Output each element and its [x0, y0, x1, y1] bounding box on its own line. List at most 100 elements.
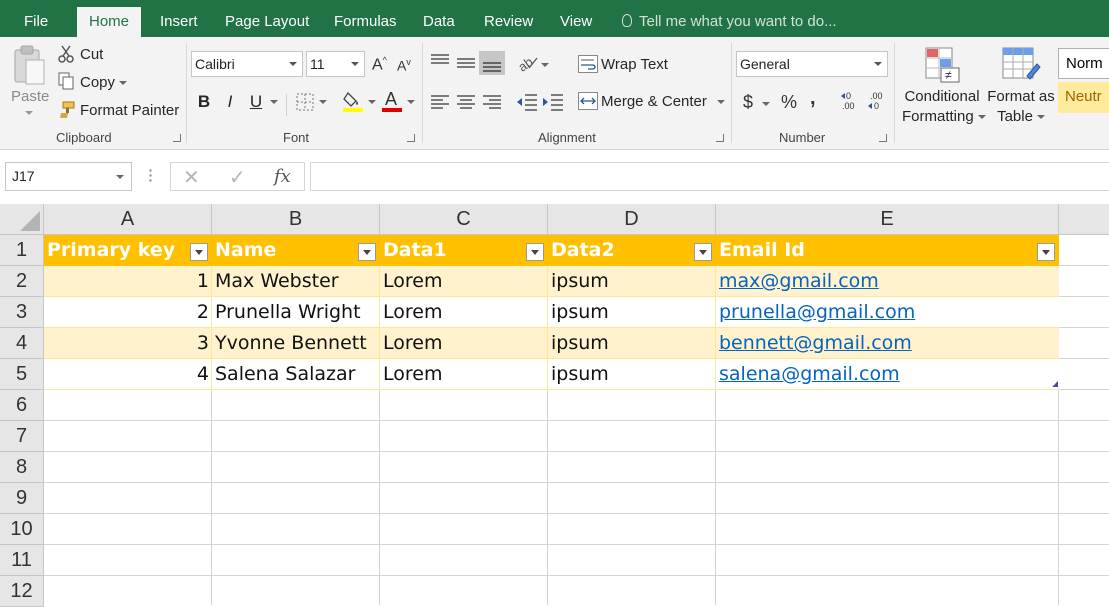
row-header[interactable]: 12	[0, 576, 44, 607]
alignment-launcher-icon[interactable]	[716, 134, 724, 142]
formula-buttons: ✕ ✓ fx	[170, 162, 305, 191]
align-top-icon[interactable]	[430, 53, 450, 69]
paste-button[interactable]: Paste	[11, 88, 49, 105]
tab-view[interactable]: View	[560, 0, 592, 37]
tab-review[interactable]: Review	[484, 0, 533, 37]
format-painter-button[interactable]: Format Painter	[80, 102, 179, 119]
column-header-c[interactable]: C	[380, 204, 548, 235]
font-size-dropdown[interactable]: 11	[306, 51, 365, 77]
align-middle-icon[interactable]	[456, 55, 476, 71]
decrease-indent-icon[interactable]	[516, 93, 538, 111]
italic-button[interactable]: I	[219, 92, 241, 112]
underline-button[interactable]: U	[245, 92, 267, 112]
style-neutral[interactable]: Neutr	[1058, 82, 1109, 113]
number-format-dropdown[interactable]: General	[736, 51, 888, 77]
font-color-dropdown-arrow-icon[interactable]	[407, 100, 415, 104]
style-normal[interactable]: Norm	[1058, 48, 1109, 79]
align-bottom-icon[interactable]	[479, 51, 505, 75]
select-all-button[interactable]	[0, 204, 44, 235]
scissors-icon	[58, 45, 74, 63]
row-header[interactable]: 8	[0, 452, 44, 483]
drag-handle-icon[interactable]	[149, 168, 152, 184]
font-name-dropdown[interactable]: Calibri	[191, 51, 303, 77]
row-header[interactable]: 1	[0, 235, 44, 266]
formula-input[interactable]	[310, 162, 1109, 191]
font-name-value: Calibri	[195, 56, 235, 72]
table-resize-handle[interactable]	[1052, 381, 1058, 387]
increase-font-size-icon[interactable]: A^	[372, 55, 387, 74]
number-group-label: Number	[779, 130, 826, 145]
chevron-down-icon	[716, 100, 725, 104]
column-header-d[interactable]: D	[548, 204, 716, 235]
font-launcher-icon[interactable]	[407, 134, 415, 142]
cut-button[interactable]: Cut	[80, 46, 103, 63]
row-header[interactable]: 2	[0, 266, 44, 297]
clipboard-group-label: Clipboard	[56, 130, 112, 145]
merge-center-button[interactable]: Merge & Center	[601, 93, 725, 110]
percent-button[interactable]: %	[781, 92, 797, 113]
number-launcher-icon[interactable]	[879, 134, 887, 142]
orientation-icon[interactable]: ab	[515, 54, 539, 75]
group-divider	[422, 43, 423, 143]
enter-icon[interactable]: ✓	[229, 165, 246, 190]
column-header-f[interactable]	[1059, 204, 1109, 235]
svg-text:.00: .00	[842, 101, 855, 111]
insert-function-icon[interactable]: fx	[274, 166, 291, 187]
tell-me-search[interactable]: Tell me what you want to do...	[622, 0, 837, 37]
row-header[interactable]: 6	[0, 390, 44, 421]
borders-dropdown-arrow-icon[interactable]	[319, 100, 327, 104]
tab-formulas[interactable]: Formulas	[334, 0, 397, 37]
row-header[interactable]: 7	[0, 421, 44, 452]
paste-icon[interactable]	[12, 44, 46, 88]
cancel-icon[interactable]: ✕	[183, 165, 200, 190]
tab-insert[interactable]: Insert	[160, 0, 198, 37]
ribbon: Paste Cut Copy Format Painter Clipboard …	[0, 37, 1109, 150]
format-as-table-button[interactable]: Format as Table	[985, 87, 1057, 127]
font-color-icon[interactable]: A	[381, 89, 403, 113]
increase-indent-icon[interactable]	[542, 93, 564, 111]
borders-icon[interactable]	[295, 93, 315, 111]
column-header-a[interactable]: A	[44, 204, 212, 235]
bold-button[interactable]: B	[193, 92, 215, 112]
row-header[interactable]: 3	[0, 297, 44, 328]
conditional-formatting-button[interactable]: Conditional Formatting	[902, 87, 986, 127]
comma-style-button[interactable]: ,	[810, 87, 816, 110]
chevron-down-icon	[116, 175, 124, 179]
align-center-icon[interactable]	[456, 94, 476, 110]
row-header[interactable]: 10	[0, 514, 44, 545]
wrap-text-button[interactable]: Wrap Text	[601, 56, 668, 73]
tab-page-layout[interactable]: Page Layout	[225, 0, 309, 37]
column-header-b[interactable]: B	[212, 204, 380, 235]
row-header[interactable]: 9	[0, 483, 44, 514]
fill-color-dropdown-arrow-icon[interactable]	[368, 100, 376, 104]
currency-button[interactable]: $	[743, 92, 771, 113]
row-header[interactable]: 11	[0, 545, 44, 576]
decrease-decimal-icon[interactable]: .00 0	[866, 90, 888, 112]
decrease-font-size-icon[interactable]: Av	[397, 57, 411, 74]
column-header-e[interactable]: E	[716, 204, 1059, 235]
font-group-label: Font	[283, 130, 310, 145]
svg-text:0: 0	[874, 101, 879, 111]
copy-label: Copy	[80, 74, 116, 91]
paste-dropdown-arrow-icon[interactable]	[25, 111, 33, 115]
tab-home[interactable]: Home	[77, 7, 142, 37]
align-left-icon[interactable]	[430, 94, 450, 110]
orientation-dropdown-arrow-icon[interactable]	[541, 63, 549, 67]
row-header[interactable]: 4	[0, 328, 44, 359]
currency-icon: $	[743, 92, 754, 112]
chevron-down-icon	[1036, 115, 1045, 119]
format-as-table-label-2: Table	[997, 108, 1033, 125]
row-header[interactable]: 5	[0, 359, 44, 390]
align-right-icon[interactable]	[482, 94, 502, 110]
conditional-formatting-label-2: Formatting	[902, 108, 974, 125]
clipboard-launcher-icon[interactable]	[173, 134, 181, 142]
underline-dropdown-arrow-icon[interactable]	[270, 100, 278, 104]
copy-button[interactable]: Copy	[80, 74, 128, 91]
chevron-down-icon	[351, 62, 359, 66]
fill-color-icon[interactable]	[342, 90, 364, 112]
tab-file[interactable]: File	[24, 0, 48, 37]
increase-decimal-icon[interactable]: 0.00	[840, 90, 862, 112]
name-box[interactable]: J17	[5, 162, 132, 191]
tab-data[interactable]: Data	[423, 0, 455, 37]
font-size-value: 11	[310, 56, 325, 72]
